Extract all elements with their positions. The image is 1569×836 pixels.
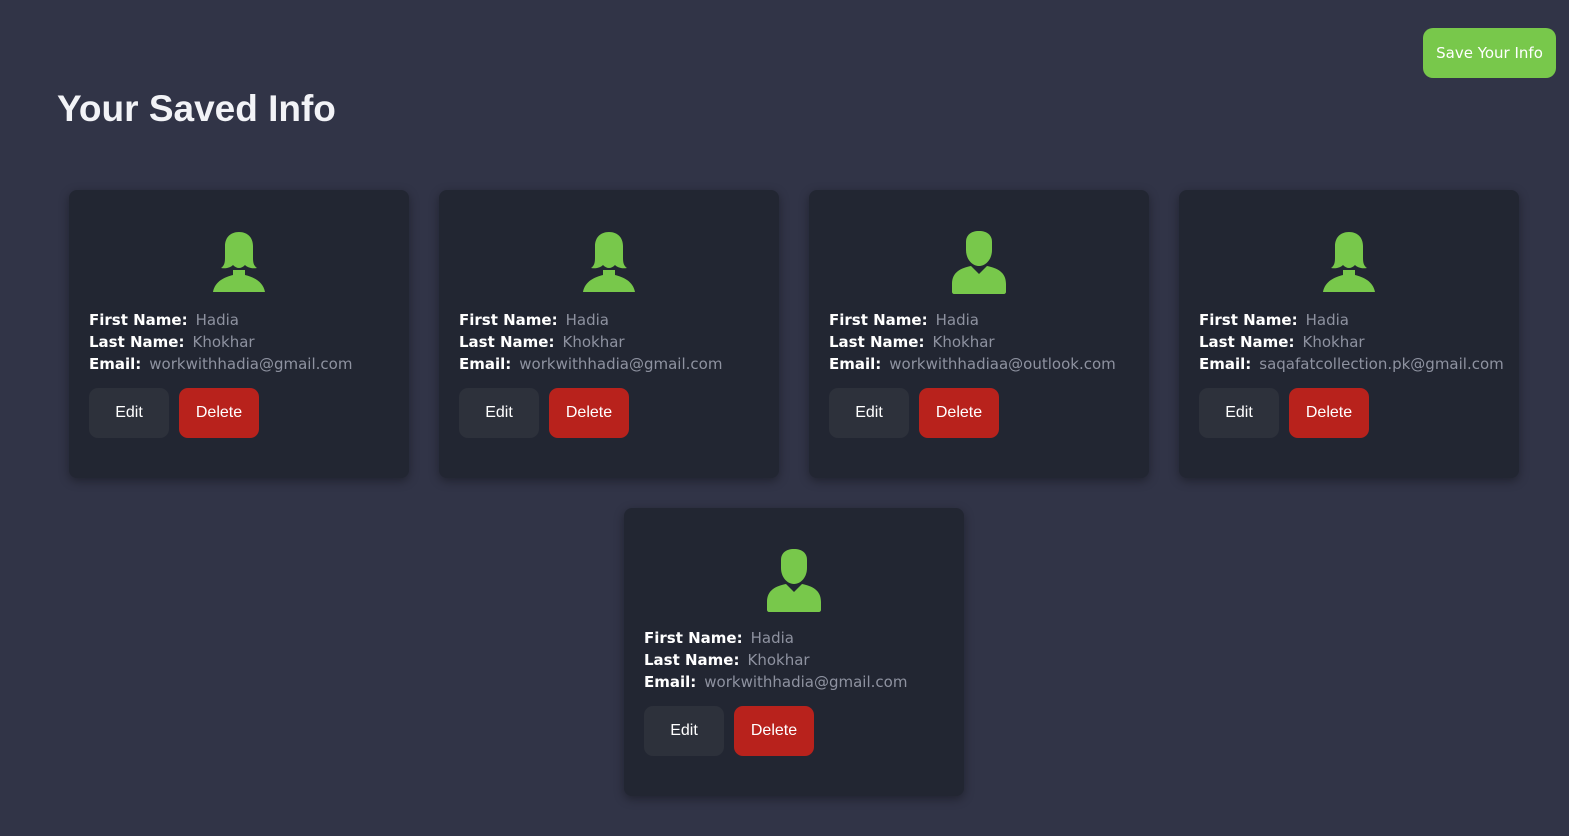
first-name-row: First Name: Hadia xyxy=(459,309,609,331)
email-label: Email: xyxy=(829,355,882,373)
first-name-label: First Name: xyxy=(89,311,188,329)
last-name-label: Last Name: xyxy=(459,333,555,351)
first-name-label: First Name: xyxy=(644,629,743,647)
last-name-row: Last Name: Khokhar xyxy=(459,331,625,353)
last-name-label: Last Name: xyxy=(1199,333,1295,351)
email-value: workwithhadia@gmail.com xyxy=(149,355,353,373)
last-name-row: Last Name: Khokhar xyxy=(644,649,810,671)
first-name-label: First Name: xyxy=(459,311,558,329)
first-name-row: First Name: Hadia xyxy=(89,309,239,331)
first-name-value: Hadia xyxy=(935,311,979,329)
male-user-icon xyxy=(762,548,826,612)
email-value: workwithhadia@gmail.com xyxy=(704,673,908,691)
delete-button[interactable]: Delete xyxy=(549,388,629,438)
page-title: Your Saved Info xyxy=(57,88,336,129)
email-label: Email: xyxy=(89,355,142,373)
edit-button[interactable]: Edit xyxy=(89,388,169,438)
edit-button[interactable]: Edit xyxy=(1199,388,1279,438)
email-row: Email: saqafatcollection.pk@gmail.com xyxy=(1199,353,1504,375)
last-name-value: Khokhar xyxy=(192,333,255,351)
user-card: First Name: Hadia Last Name: Khokhar Email… xyxy=(624,508,964,796)
email-row: Email: workwithhadia@gmail.com xyxy=(644,671,907,693)
email-value: workwithhadiaa@outlook.com xyxy=(889,355,1116,373)
email-row: Email: workwithhadiaa@outlook.com xyxy=(829,353,1116,375)
last-name-label: Last Name: xyxy=(829,333,925,351)
delete-button[interactable]: Delete xyxy=(179,388,259,438)
first-name-value: Hadia xyxy=(1305,311,1349,329)
delete-button[interactable]: Delete xyxy=(1289,388,1369,438)
first-name-label: First Name: xyxy=(829,311,928,329)
save-your-info-button[interactable]: Save Your Info xyxy=(1423,28,1556,78)
last-name-row: Last Name: Khokhar xyxy=(89,331,255,353)
first-name-value: Hadia xyxy=(565,311,609,329)
user-card: First Name: Hadia Last Name: Khokhar Email… xyxy=(809,190,1149,478)
last-name-row: Last Name: Khokhar xyxy=(1199,331,1365,353)
user-card: First Name: Hadia Last Name: Khokhar Email… xyxy=(69,190,409,478)
edit-button[interactable]: Edit xyxy=(829,388,909,438)
female-user-icon xyxy=(577,230,641,294)
female-user-icon xyxy=(1317,230,1381,294)
email-label: Email: xyxy=(1199,355,1252,373)
first-name-row: First Name: Hadia xyxy=(1199,309,1349,331)
edit-button[interactable]: Edit xyxy=(459,388,539,438)
edit-button[interactable]: Edit xyxy=(644,706,724,756)
first-name-row: First Name: Hadia xyxy=(829,309,979,331)
email-label: Email: xyxy=(459,355,512,373)
delete-button[interactable]: Delete xyxy=(919,388,999,438)
last-name-row: Last Name: Khokhar xyxy=(829,331,995,353)
last-name-value: Khokhar xyxy=(932,333,995,351)
last-name-label: Last Name: xyxy=(644,651,740,669)
delete-button[interactable]: Delete xyxy=(734,706,814,756)
user-card: First Name: Hadia Last Name: Khokhar Email… xyxy=(1179,190,1519,478)
female-user-icon xyxy=(207,230,271,294)
male-user-icon xyxy=(947,230,1011,294)
email-value: workwithhadia@gmail.com xyxy=(519,355,723,373)
user-card: First Name: Hadia Last Name: Khokhar Email… xyxy=(439,190,779,478)
email-label: Email: xyxy=(644,673,697,691)
last-name-value: Khokhar xyxy=(562,333,625,351)
first-name-label: First Name: xyxy=(1199,311,1298,329)
last-name-value: Khokhar xyxy=(747,651,810,669)
first-name-row: First Name: Hadia xyxy=(644,627,794,649)
first-name-value: Hadia xyxy=(195,311,239,329)
email-row: Email: workwithhadia@gmail.com xyxy=(459,353,722,375)
last-name-label: Last Name: xyxy=(89,333,185,351)
first-name-value: Hadia xyxy=(750,629,794,647)
email-row: Email: workwithhadia@gmail.com xyxy=(89,353,352,375)
last-name-value: Khokhar xyxy=(1302,333,1365,351)
email-value: saqafatcollection.pk@gmail.com xyxy=(1259,355,1504,373)
